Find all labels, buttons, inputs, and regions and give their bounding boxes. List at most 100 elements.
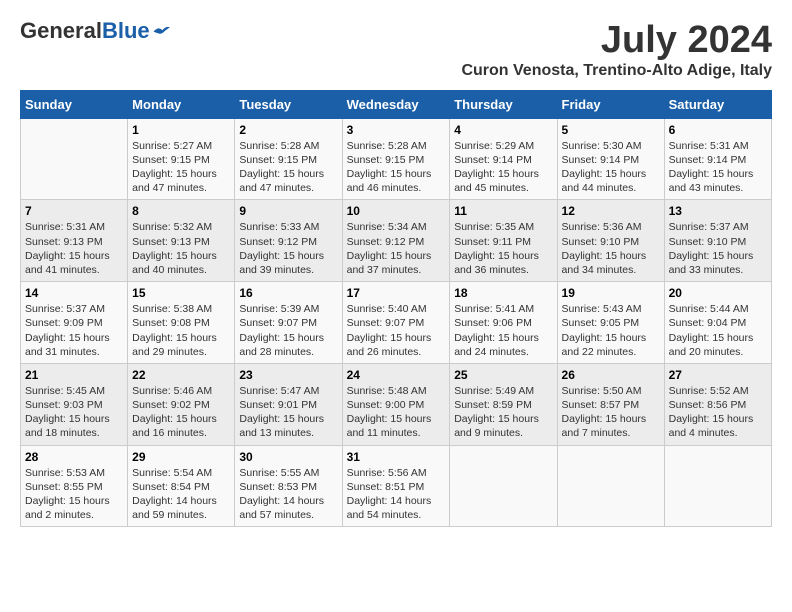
day-number: 29: [132, 450, 230, 464]
calendar-week-row: 14 Sunrise: 5:37 AM Sunset: 9:09 PM Dayli…: [21, 282, 772, 364]
calendar-header-row: SundayMondayTuesdayWednesdayThursdayFrid…: [21, 90, 772, 118]
day-content: Sunrise: 5:36 AM Sunset: 9:10 PM Dayligh…: [562, 220, 660, 277]
day-number: 14: [25, 286, 123, 300]
col-header-sunday: Sunday: [21, 90, 128, 118]
day-number: 17: [347, 286, 446, 300]
col-header-tuesday: Tuesday: [235, 90, 342, 118]
day-content: Sunrise: 5:52 AM Sunset: 8:56 PM Dayligh…: [669, 384, 767, 441]
day-content: Sunrise: 5:38 AM Sunset: 9:08 PM Dayligh…: [132, 302, 230, 359]
calendar-cell: 29 Sunrise: 5:54 AM Sunset: 8:54 PM Dayli…: [128, 445, 235, 527]
day-number: 15: [132, 286, 230, 300]
calendar-cell: 31Sunrise: 5:56 AM Sunset: 8:51 PM Dayli…: [342, 445, 450, 527]
calendar-cell: 2 Sunrise: 5:28 AM Sunset: 9:15 PM Daylig…: [235, 118, 342, 200]
day-content: Sunrise: 5:49 AM Sunset: 8:59 PM Dayligh…: [454, 384, 552, 441]
col-header-thursday: Thursday: [450, 90, 557, 118]
day-number: 19: [562, 286, 660, 300]
logo: GeneralBlue: [20, 20, 170, 42]
calendar-cell: 15 Sunrise: 5:38 AM Sunset: 9:08 PM Dayli…: [128, 282, 235, 364]
calendar-week-row: 7 Sunrise: 5:31 AM Sunset: 9:13 PM Daylig…: [21, 200, 772, 282]
calendar-cell: 22 Sunrise: 5:46 AM Sunset: 9:02 PM Dayli…: [128, 363, 235, 445]
day-number: 30: [239, 450, 337, 464]
day-number: 16: [239, 286, 337, 300]
day-content: Sunrise: 5:45 AM Sunset: 9:03 PM Dayligh…: [25, 384, 123, 441]
day-number: 31: [347, 450, 446, 464]
calendar-cell: 12 Sunrise: 5:36 AM Sunset: 9:10 PM Dayli…: [557, 200, 664, 282]
calendar-cell: 26Sunrise: 5:50 AM Sunset: 8:57 PM Dayli…: [557, 363, 664, 445]
page-header: GeneralBlue July 2024 Curon Venosta, Tre…: [20, 20, 772, 80]
col-header-friday: Friday: [557, 90, 664, 118]
day-content: Sunrise: 5:39 AM Sunset: 9:07 PM Dayligh…: [239, 302, 337, 359]
day-number: 6: [669, 123, 767, 137]
calendar-cell: 14 Sunrise: 5:37 AM Sunset: 9:09 PM Dayli…: [21, 282, 128, 364]
day-content: Sunrise: 5:31 AM Sunset: 9:14 PM Dayligh…: [669, 139, 767, 196]
calendar-cell: [664, 445, 771, 527]
calendar-cell: 17Sunrise: 5:40 AM Sunset: 9:07 PM Dayli…: [342, 282, 450, 364]
day-content: Sunrise: 5:41 AM Sunset: 9:06 PM Dayligh…: [454, 302, 552, 359]
calendar-week-row: 21Sunrise: 5:45 AM Sunset: 9:03 PM Dayli…: [21, 363, 772, 445]
calendar-cell: 3 Sunrise: 5:28 AM Sunset: 9:15 PM Daylig…: [342, 118, 450, 200]
day-number: 18: [454, 286, 552, 300]
calendar-cell: 11 Sunrise: 5:35 AM Sunset: 9:11 PM Dayli…: [450, 200, 557, 282]
day-number: 7: [25, 204, 123, 218]
day-content: Sunrise: 5:31 AM Sunset: 9:13 PM Dayligh…: [25, 220, 123, 277]
calendar-cell: 21Sunrise: 5:45 AM Sunset: 9:03 PM Dayli…: [21, 363, 128, 445]
calendar-cell: 23Sunrise: 5:47 AM Sunset: 9:01 PM Dayli…: [235, 363, 342, 445]
day-content: Sunrise: 5:50 AM Sunset: 8:57 PM Dayligh…: [562, 384, 660, 441]
calendar-cell: 19 Sunrise: 5:43 AM Sunset: 9:05 PM Dayli…: [557, 282, 664, 364]
calendar-cell: [450, 445, 557, 527]
day-number: 9: [239, 204, 337, 218]
day-number: 13: [669, 204, 767, 218]
day-number: 25: [454, 368, 552, 382]
day-number: 8: [132, 204, 230, 218]
calendar-cell: 7 Sunrise: 5:31 AM Sunset: 9:13 PM Daylig…: [21, 200, 128, 282]
day-content: Sunrise: 5:37 AM Sunset: 9:09 PM Dayligh…: [25, 302, 123, 359]
calendar-cell: 27Sunrise: 5:52 AM Sunset: 8:56 PM Dayli…: [664, 363, 771, 445]
day-number: 10: [347, 204, 446, 218]
calendar-table: SundayMondayTuesdayWednesdayThursdayFrid…: [20, 90, 772, 527]
calendar-cell: 13 Sunrise: 5:37 AM Sunset: 9:10 PM Dayli…: [664, 200, 771, 282]
day-content: Sunrise: 5:54 AM Sunset: 8:54 PM Dayligh…: [132, 466, 230, 523]
day-number: 2: [239, 123, 337, 137]
calendar-cell: 18 Sunrise: 5:41 AM Sunset: 9:06 PM Dayli…: [450, 282, 557, 364]
day-content: Sunrise: 5:35 AM Sunset: 9:11 PM Dayligh…: [454, 220, 552, 277]
day-content: Sunrise: 5:28 AM Sunset: 9:15 PM Dayligh…: [347, 139, 446, 196]
day-content: Sunrise: 5:48 AM Sunset: 9:00 PM Dayligh…: [347, 384, 446, 441]
day-number: 3: [347, 123, 446, 137]
calendar-cell: 5 Sunrise: 5:30 AM Sunset: 9:14 PM Daylig…: [557, 118, 664, 200]
calendar-cell: 20 Sunrise: 5:44 AM Sunset: 9:04 PM Dayli…: [664, 282, 771, 364]
day-content: Sunrise: 5:32 AM Sunset: 9:13 PM Dayligh…: [132, 220, 230, 277]
day-number: 12: [562, 204, 660, 218]
calendar-cell: 4Sunrise: 5:29 AM Sunset: 9:14 PM Daylig…: [450, 118, 557, 200]
day-content: Sunrise: 5:53 AM Sunset: 8:55 PM Dayligh…: [25, 466, 123, 523]
day-content: Sunrise: 5:37 AM Sunset: 9:10 PM Dayligh…: [669, 220, 767, 277]
calendar-cell: 10 Sunrise: 5:34 AM Sunset: 9:12 PM Dayli…: [342, 200, 450, 282]
calendar-cell: 1 Sunrise: 5:27 AM Sunset: 9:15 PM Daylig…: [128, 118, 235, 200]
location-title: Curon Venosta, Trentino-Alto Adige, Ital…: [461, 62, 772, 80]
logo-text: GeneralBlue: [20, 20, 150, 42]
day-content: Sunrise: 5:28 AM Sunset: 9:15 PM Dayligh…: [239, 139, 337, 196]
day-number: 1: [132, 123, 230, 137]
day-content: Sunrise: 5:55 AM Sunset: 8:53 PM Dayligh…: [239, 466, 337, 523]
day-number: 22: [132, 368, 230, 382]
calendar-week-row: 28 Sunrise: 5:53 AM Sunset: 8:55 PM Dayli…: [21, 445, 772, 527]
day-content: Sunrise: 5:27 AM Sunset: 9:15 PM Dayligh…: [132, 139, 230, 196]
calendar-cell: 8 Sunrise: 5:32 AM Sunset: 9:13 PM Daylig…: [128, 200, 235, 282]
day-number: 28: [25, 450, 123, 464]
day-number: 11: [454, 204, 552, 218]
day-content: Sunrise: 5:30 AM Sunset: 9:14 PM Dayligh…: [562, 139, 660, 196]
calendar-cell: 25 Sunrise: 5:49 AM Sunset: 8:59 PM Dayli…: [450, 363, 557, 445]
day-number: 24: [347, 368, 446, 382]
logo-bird-icon: [152, 24, 170, 38]
day-content: Sunrise: 5:46 AM Sunset: 9:02 PM Dayligh…: [132, 384, 230, 441]
col-header-monday: Monday: [128, 90, 235, 118]
day-content: Sunrise: 5:34 AM Sunset: 9:12 PM Dayligh…: [347, 220, 446, 277]
day-number: 5: [562, 123, 660, 137]
calendar-cell: [21, 118, 128, 200]
calendar-body: 1 Sunrise: 5:27 AM Sunset: 9:15 PM Daylig…: [21, 118, 772, 526]
day-content: Sunrise: 5:44 AM Sunset: 9:04 PM Dayligh…: [669, 302, 767, 359]
calendar-cell: 24 Sunrise: 5:48 AM Sunset: 9:00 PM Dayli…: [342, 363, 450, 445]
day-content: Sunrise: 5:43 AM Sunset: 9:05 PM Dayligh…: [562, 302, 660, 359]
day-number: 23: [239, 368, 337, 382]
calendar-week-row: 1 Sunrise: 5:27 AM Sunset: 9:15 PM Daylig…: [21, 118, 772, 200]
day-number: 20: [669, 286, 767, 300]
